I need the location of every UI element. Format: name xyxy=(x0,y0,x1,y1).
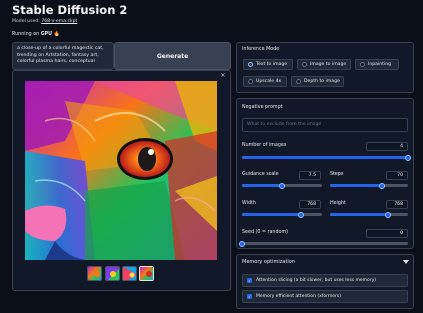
guidance-slider-knob[interactable] xyxy=(279,182,285,189)
slider-fill xyxy=(242,156,408,159)
running-info: Running on GPU 🔥 xyxy=(12,31,60,37)
seed-label: Seed (0 = random) xyxy=(242,230,288,235)
radio-image-to-image[interactable]: Image to image xyxy=(297,59,351,70)
slider-fill xyxy=(242,184,282,187)
prompt-input[interactable]: a close-up of a colorful magestic cat, t… xyxy=(12,42,114,70)
memory-optimization-title[interactable]: Memory optimization xyxy=(242,259,295,265)
height-value[interactable]: 768 xyxy=(386,200,408,209)
running-prefix: Running on xyxy=(12,32,41,37)
radio-text-to-image[interactable]: Text to image xyxy=(243,59,293,70)
num-images-value[interactable]: 4 xyxy=(366,142,408,151)
cat-artwork xyxy=(25,81,217,260)
seed-slider-knob[interactable] xyxy=(239,240,245,247)
radio-dot xyxy=(360,62,365,67)
radio-upscale[interactable]: Upscale 4x xyxy=(243,76,287,87)
height-slider-knob[interactable] xyxy=(384,211,391,218)
radio-label: Image to image xyxy=(310,62,347,67)
num-images-slider-knob[interactable] xyxy=(405,154,411,161)
radio-depth-to-image[interactable]: Depth to image xyxy=(291,76,344,87)
model-link[interactable]: 768-v-ema.ckpt xyxy=(41,19,77,24)
radio-label: Depth to image xyxy=(304,79,340,84)
checkbox-checked-icon[interactable]: ✓ xyxy=(247,278,252,283)
xformers-option[interactable]: ✓ Memory efficient attention (xformers) xyxy=(242,290,408,303)
generate-button[interactable]: Generate xyxy=(114,42,231,70)
steps-slider[interactable] xyxy=(330,184,408,187)
radio-label: Inpainting xyxy=(368,62,392,67)
fire-icon: 🔥 xyxy=(53,31,60,37)
width-slider[interactable] xyxy=(242,213,322,216)
radio-dot-selected xyxy=(248,62,253,67)
thumbnail-3-image xyxy=(123,267,136,280)
radio-dot xyxy=(248,79,253,84)
thumbnail-4[interactable] xyxy=(139,266,154,281)
steps-slider-knob[interactable] xyxy=(379,182,386,189)
guidance-label: Guidance scale xyxy=(242,172,279,177)
thumbnail-2-image xyxy=(106,267,119,280)
radio-label: Text to image xyxy=(256,62,288,67)
radio-label: Upscale 4x xyxy=(256,79,282,84)
inference-mode-label: Inference Mode xyxy=(242,47,280,52)
steps-value[interactable]: 70 xyxy=(386,171,408,180)
guidance-value[interactable]: 7.5 xyxy=(299,171,321,180)
width-label: Width xyxy=(242,201,256,206)
radio-dot xyxy=(302,62,307,67)
model-info: Model used: 768-v-ema.ckpt xyxy=(12,19,77,24)
generated-image xyxy=(25,81,217,260)
height-label: Height xyxy=(330,201,346,206)
height-slider[interactable] xyxy=(330,213,408,216)
steps-label: Steps xyxy=(330,172,344,177)
option-label: Attention slicing (a bit slower, but use… xyxy=(256,278,376,283)
option-label: Memory efficient attention (xformers) xyxy=(256,294,341,299)
negative-prompt-label: Negative prompt xyxy=(242,105,283,110)
radio-inpainting[interactable]: Inpainting xyxy=(355,59,399,70)
attention-slicing-option[interactable]: ✓ Attention slicing (a bit slower, but us… xyxy=(242,274,408,287)
running-device: GPU xyxy=(40,32,53,37)
slider-fill xyxy=(330,213,388,216)
width-value[interactable]: 768 xyxy=(299,200,321,209)
thumbnail-1[interactable] xyxy=(87,266,102,281)
radio-dot xyxy=(296,79,301,84)
num-images-label: Number of images xyxy=(242,143,287,148)
negative-prompt-input[interactable]: What to exclude from the image xyxy=(242,118,408,132)
seed-value[interactable]: 0 xyxy=(366,229,408,238)
collapse-triangle-icon[interactable] xyxy=(403,260,409,264)
checkbox-checked-icon[interactable]: ✓ xyxy=(247,294,252,299)
app-title: Stable Diffusion 2 xyxy=(12,3,128,17)
thumbnail-1-image xyxy=(88,267,101,280)
thumbnail-2[interactable] xyxy=(105,266,120,281)
seed-slider[interactable] xyxy=(242,242,408,245)
thumbnail-4-image xyxy=(140,267,153,280)
num-images-slider[interactable] xyxy=(242,156,408,159)
width-slider-knob[interactable] xyxy=(298,211,305,218)
thumbnail-3[interactable] xyxy=(122,266,137,281)
slider-fill xyxy=(242,213,302,216)
model-prefix: Model used: xyxy=(12,19,42,24)
slider-fill xyxy=(330,184,383,187)
close-icon[interactable]: × xyxy=(219,72,227,80)
